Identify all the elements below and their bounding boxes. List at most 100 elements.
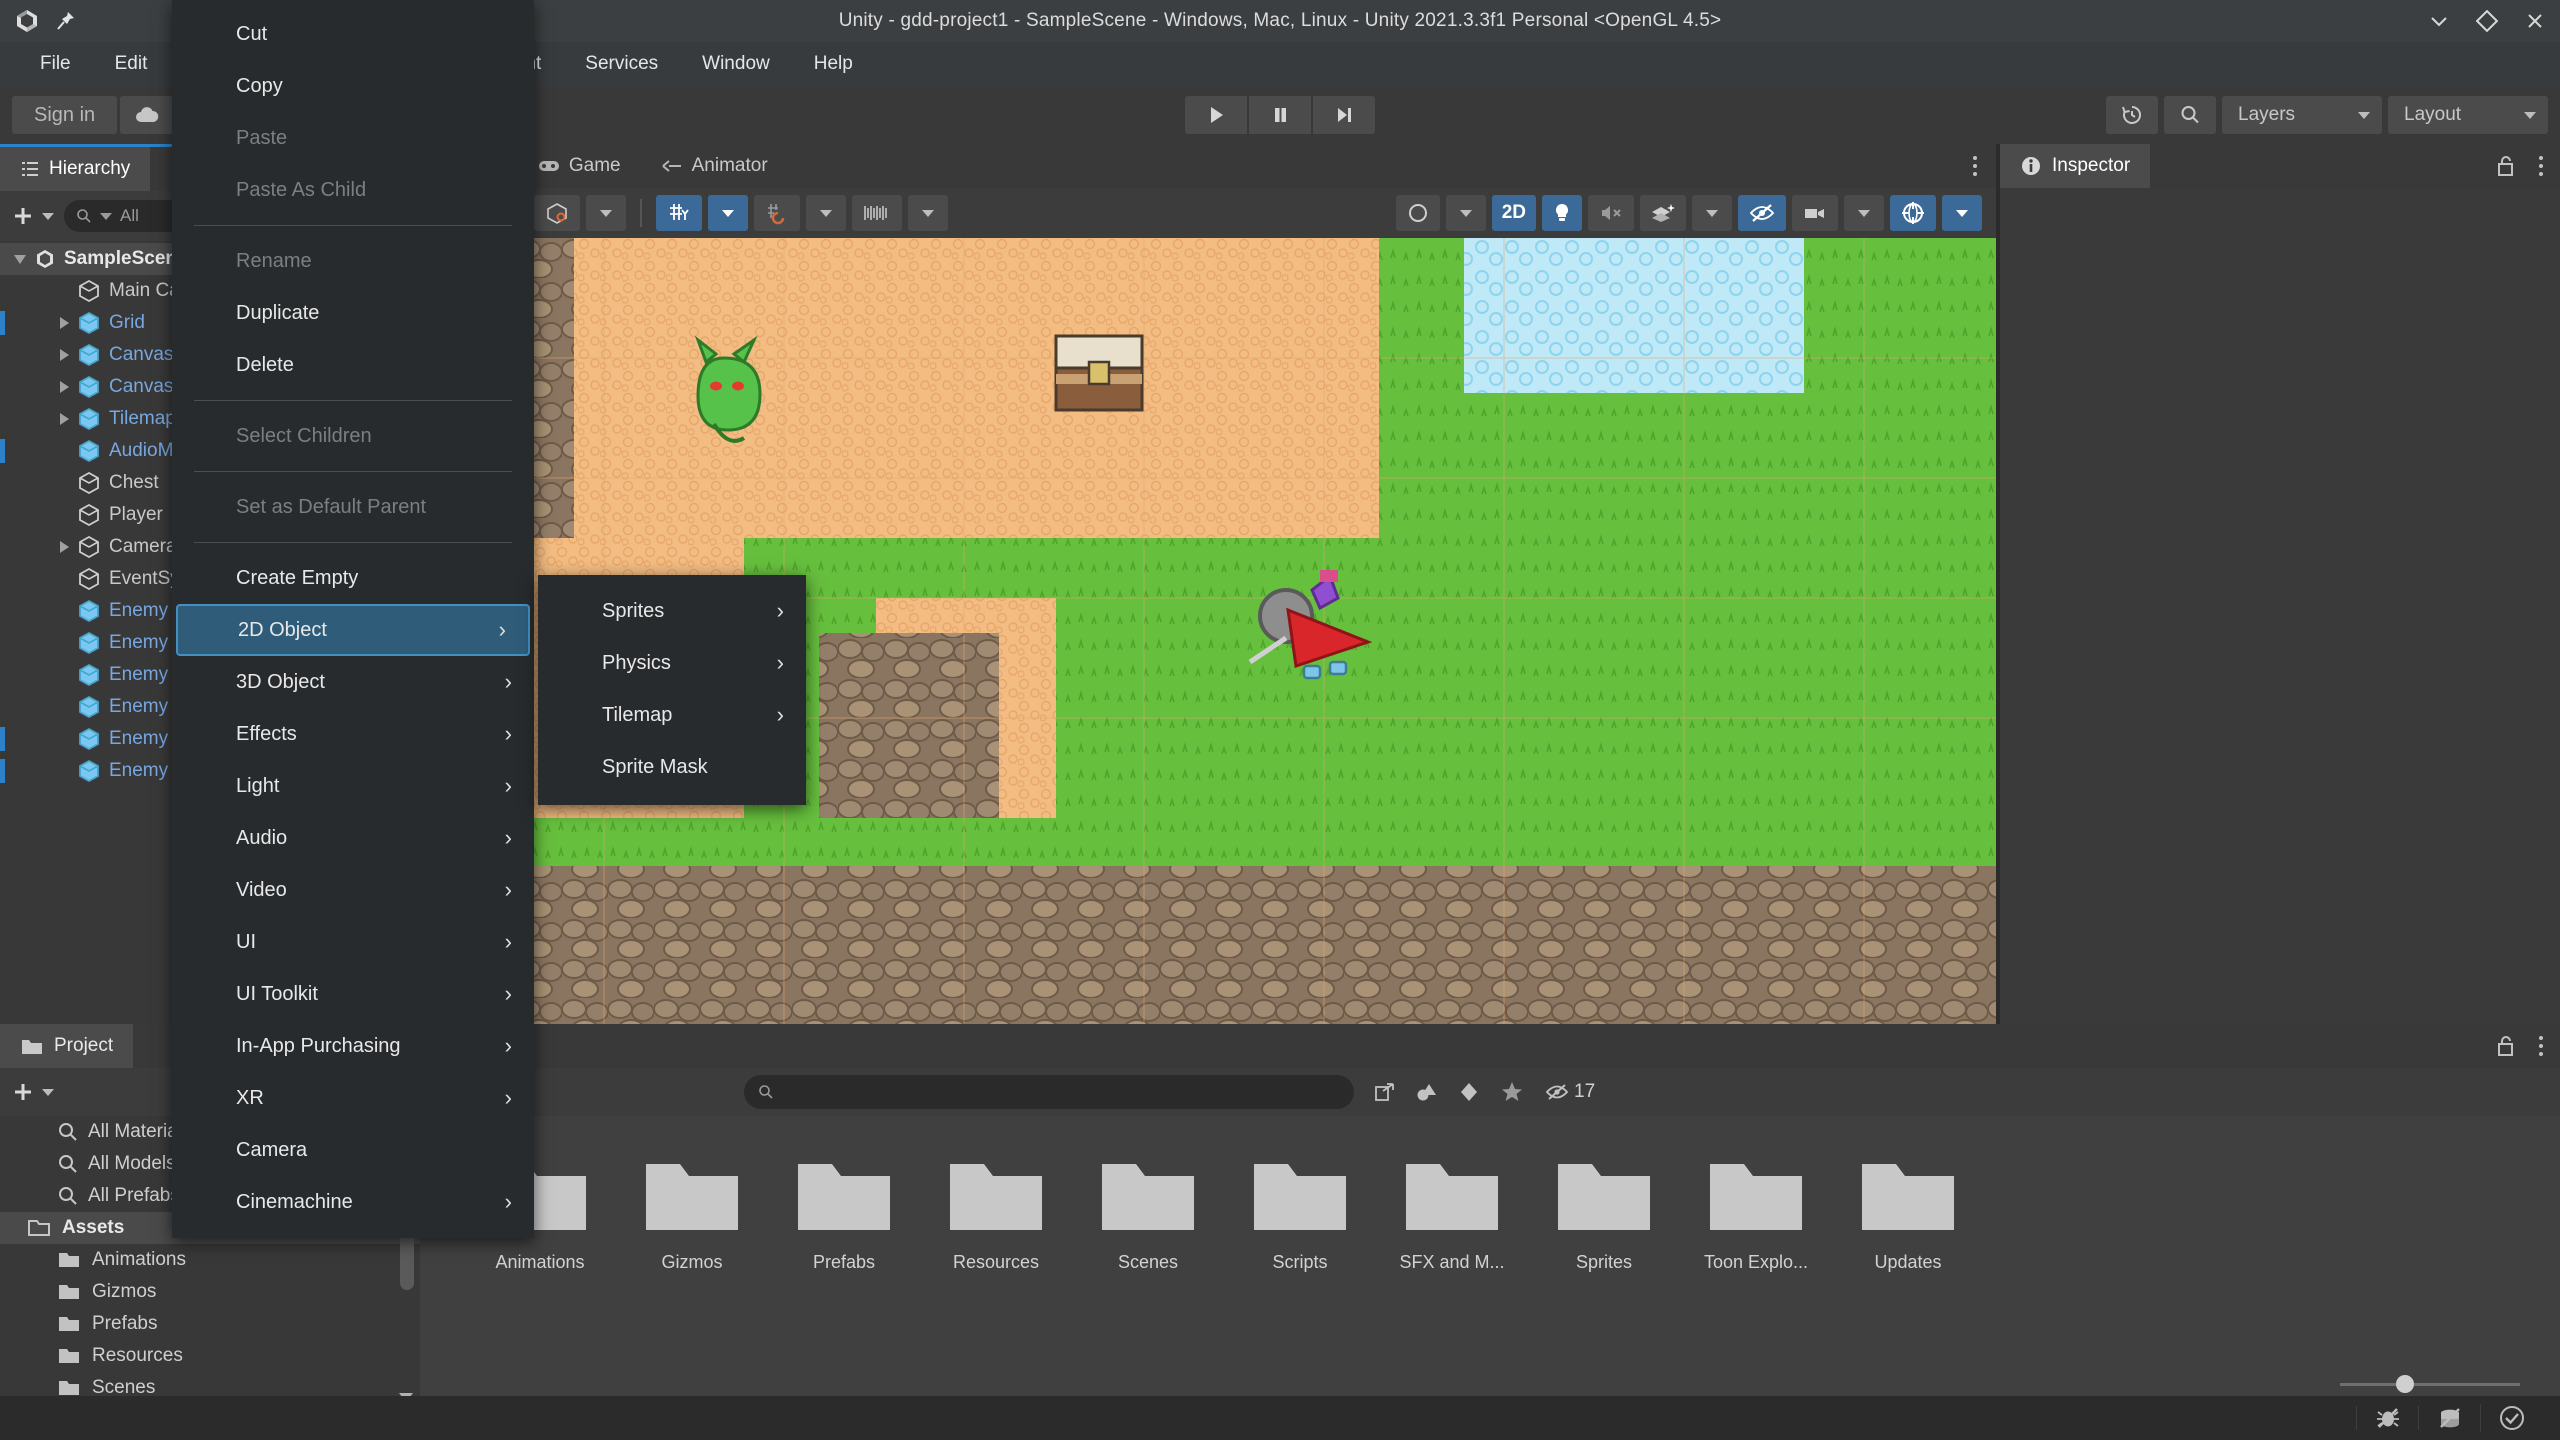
tab-project[interactable]: Project xyxy=(0,1024,134,1068)
asset-grid-item[interactable]: Sprites xyxy=(1528,1152,1680,1273)
asset-grid-item[interactable]: Gizmos xyxy=(616,1152,768,1273)
minimize-button[interactable] xyxy=(2428,10,2450,32)
grid-dropdown[interactable] xyxy=(708,195,748,231)
gizmos-dropdown[interactable] xyxy=(1942,195,1982,231)
context-menu-item[interactable]: XR › xyxy=(172,1072,534,1124)
lock-open-icon[interactable] xyxy=(2496,1034,2516,1058)
zoom-slider-knob[interactable] xyxy=(2396,1375,2414,1393)
menu-help[interactable]: Help xyxy=(792,42,875,86)
gizmos-toggle[interactable] xyxy=(1890,195,1936,231)
project-tree-item[interactable]: Gizmos xyxy=(0,1276,420,1308)
hidden-objects-toggle[interactable] xyxy=(1738,195,1786,231)
step-button[interactable] xyxy=(1313,96,1375,134)
context-menu-item[interactable]: Copy xyxy=(172,60,534,112)
asset-grid-item[interactable]: SFX and M... xyxy=(1376,1152,1528,1273)
context-menu-item[interactable]: Audio › xyxy=(172,812,534,864)
tab-animator[interactable]: Animator xyxy=(641,144,788,188)
lock-open-icon[interactable] xyxy=(2496,154,2516,178)
close-button[interactable] xyxy=(2524,10,2546,32)
cloud-icon[interactable] xyxy=(120,96,175,134)
grid-toggle[interactable] xyxy=(656,195,702,231)
context-menu-item[interactable]: Light › xyxy=(172,760,534,812)
2d-object-submenu[interactable]: Sprites › Physics › Tilemap › Sprite Mask xyxy=(538,575,806,805)
handle-toggle[interactable] xyxy=(534,195,580,231)
sign-in-button[interactable]: Sign in xyxy=(12,96,118,134)
gameobject-context-menu[interactable]: Cut Copy Paste Paste As Child Rename Duplicat… xyxy=(172,0,534,1238)
menu-edit[interactable]: Edit xyxy=(93,42,170,86)
scene-camera-toggle[interactable] xyxy=(1792,195,1838,231)
shading-mode-toggle[interactable] xyxy=(1395,195,1440,231)
stack-off-icon[interactable] xyxy=(2418,1406,2480,1430)
audio-toggle[interactable] xyxy=(1588,195,1634,231)
asset-grid-item[interactable]: Updates xyxy=(1832,1152,1984,1273)
menu-services[interactable]: Services xyxy=(563,42,680,86)
submenu-item[interactable]: Sprite Mask xyxy=(538,741,806,793)
lighting-toggle[interactable] xyxy=(1542,195,1582,231)
submenu-item[interactable]: Sprites › xyxy=(538,585,806,637)
context-menu-item[interactable]: Cut xyxy=(172,8,534,60)
expand-arrow-icon[interactable] xyxy=(60,317,69,329)
asset-type-icon[interactable] xyxy=(1406,1074,1448,1110)
context-menu-item[interactable]: Cinemachine › xyxy=(172,1176,534,1228)
tab-game[interactable]: Game xyxy=(518,144,641,188)
expand-arrow-icon[interactable] xyxy=(60,413,69,425)
context-menu-item[interactable]: 2D Object › xyxy=(176,604,530,656)
play-button[interactable] xyxy=(1185,96,1247,134)
ruler-toggle[interactable] xyxy=(852,195,902,231)
scene-panel-menu[interactable] xyxy=(1972,154,1978,178)
hidden-assets-counter[interactable]: 17 xyxy=(1534,1074,1605,1110)
context-menu-item[interactable]: Delete xyxy=(172,339,534,391)
expand-arrow-icon[interactable] xyxy=(60,541,69,553)
shading-mode-dropdown[interactable] xyxy=(1445,195,1486,231)
asset-grid[interactable]: Animations Gizmos Prefabs Resources Scenes Sc… xyxy=(420,1116,2560,1412)
bug-off-icon[interactable] xyxy=(2356,1406,2418,1430)
project-tree-item[interactable]: Resources xyxy=(0,1340,420,1372)
context-menu-item[interactable]: UI Toolkit › xyxy=(172,968,534,1020)
context-menu-item[interactable]: Effects › xyxy=(172,708,534,760)
context-menu-item[interactable]: Camera xyxy=(172,1124,534,1176)
history-icon[interactable] xyxy=(2106,96,2158,134)
project-search-input[interactable] xyxy=(744,1075,1354,1109)
fx-toggle[interactable] xyxy=(1640,195,1686,231)
project-tree-item[interactable]: Prefabs xyxy=(0,1308,420,1340)
kebab-menu-icon[interactable] xyxy=(2538,1034,2544,1058)
fx-dropdown[interactable] xyxy=(1692,195,1732,231)
chevron-down-icon[interactable] xyxy=(14,254,26,264)
expand-arrow-icon[interactable] xyxy=(60,349,69,361)
context-menu-item[interactable]: UI › xyxy=(172,916,534,968)
search-icon[interactable] xyxy=(2164,96,2216,134)
snap-toggle[interactable] xyxy=(754,195,800,231)
context-menu-item[interactable]: In-App Purchasing › xyxy=(172,1020,534,1072)
asset-zoom-slider[interactable] xyxy=(2340,1374,2520,1394)
tab-inspector[interactable]: Inspector xyxy=(2000,144,2151,188)
ruler-dropdown[interactable] xyxy=(908,195,948,231)
asset-grid-item[interactable]: Prefabs xyxy=(768,1152,920,1273)
handle-dropdown[interactable] xyxy=(586,195,626,231)
asset-grid-item[interactable]: Toon Explo... xyxy=(1680,1152,1832,1273)
snap-dropdown[interactable] xyxy=(806,195,846,231)
layout-dropdown[interactable]: Layout xyxy=(2388,96,2548,134)
add-gameobject-button[interactable] xyxy=(10,203,54,229)
tab-hierarchy[interactable]: Hierarchy xyxy=(0,147,151,191)
kebab-menu-icon[interactable] xyxy=(2538,154,2544,178)
submenu-item[interactable]: Physics › xyxy=(538,637,806,689)
project-tree-item[interactable]: Animations xyxy=(0,1244,420,1276)
maximize-button[interactable] xyxy=(2476,10,2498,32)
layers-dropdown[interactable]: Layers xyxy=(2222,96,2382,134)
pause-button[interactable] xyxy=(1249,96,1311,134)
menu-window[interactable]: Window xyxy=(680,42,792,86)
expand-arrow-icon[interactable] xyxy=(60,381,69,393)
favorite-star-icon[interactable] xyxy=(1490,1074,1534,1110)
asset-grid-item[interactable]: Scenes xyxy=(1072,1152,1224,1273)
asset-grid-item[interactable]: Resources xyxy=(920,1152,1072,1273)
context-menu-item[interactable]: Video › xyxy=(172,864,534,916)
asset-grid-item[interactable]: Scripts xyxy=(1224,1152,1376,1273)
2d-toggle[interactable]: 2D xyxy=(1491,195,1536,231)
label-icon[interactable] xyxy=(1448,1074,1490,1110)
scene-camera-dropdown[interactable] xyxy=(1844,195,1884,231)
context-menu-item[interactable]: 3D Object › xyxy=(172,656,534,708)
check-circle-icon[interactable] xyxy=(2480,1404,2542,1432)
create-asset-button[interactable] xyxy=(10,1079,54,1105)
context-menu-item[interactable]: Create Empty xyxy=(172,552,534,604)
menu-file[interactable]: File xyxy=(18,42,93,86)
